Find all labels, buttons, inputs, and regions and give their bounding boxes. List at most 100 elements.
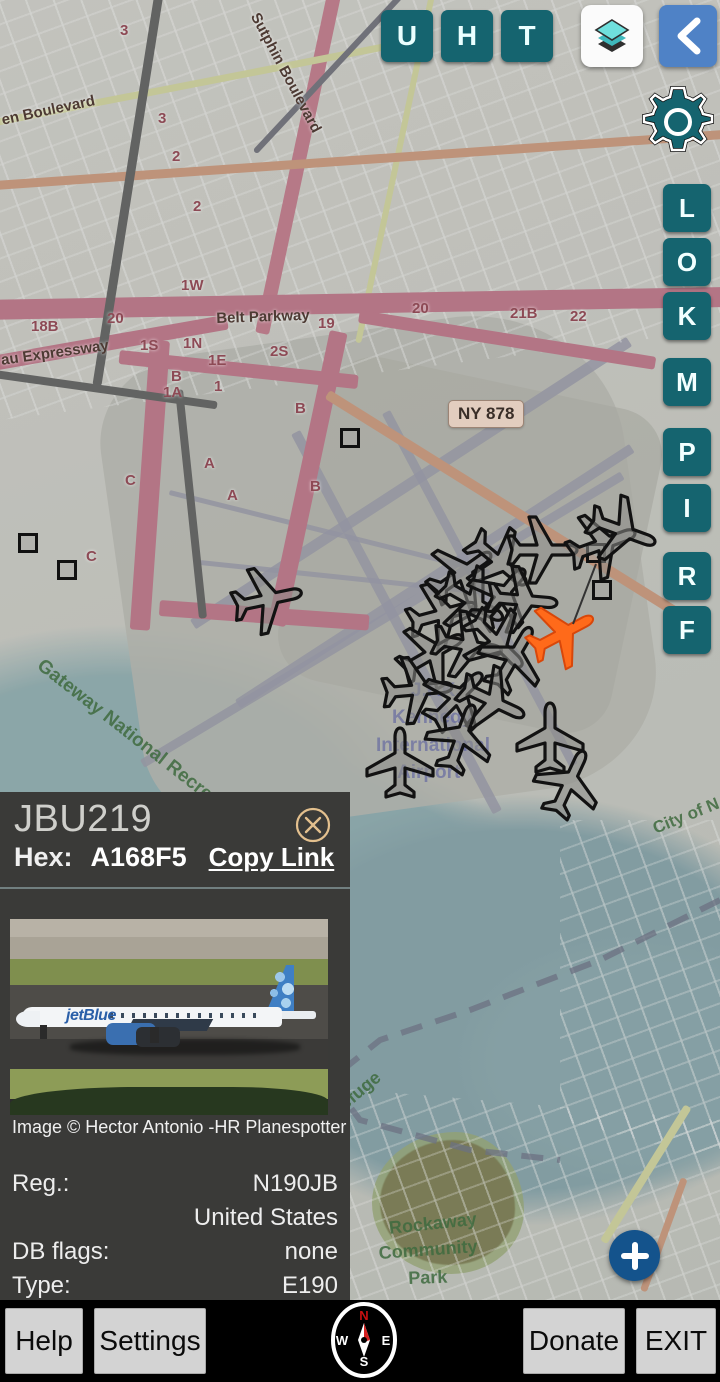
map-exit-number: 1N: [183, 335, 203, 352]
info-row-db-flags: DB flags: none: [0, 1238, 350, 1266]
info-row-value: United States: [193, 1204, 338, 1231]
svg-text:W: W: [336, 1333, 349, 1348]
settings-button-label: Settings: [99, 1325, 201, 1356]
layers-button[interactable]: [581, 5, 643, 67]
map-exit-number: C: [86, 548, 97, 565]
map-exit-number: 1E: [208, 352, 227, 369]
rail-button-f-label: F: [679, 614, 695, 645]
plus-icon: [620, 1241, 649, 1270]
photo-tailfin-pattern: [262, 967, 294, 1011]
rail-button-p-label: P: [678, 436, 696, 467]
photo-nose: [16, 1011, 40, 1027]
settings-button[interactable]: Settings: [94, 1308, 206, 1374]
photo-credit: Image © Hector Antonio -HR Planespotter: [12, 1117, 347, 1137]
layers-icon: [594, 19, 630, 52]
rail-button-m-label: M: [676, 366, 698, 397]
compass-button[interactable]: N S W E: [325, 1301, 403, 1379]
photo-background-strip: [10, 919, 328, 939]
copy-link-button[interactable]: Copy Link: [209, 842, 335, 873]
map-exit-number: 18B: [31, 318, 59, 335]
close-circle-icon: [295, 807, 331, 843]
donate-button-label: Donate: [528, 1325, 620, 1356]
toolbar-button-u[interactable]: U: [381, 10, 433, 62]
map-exit-number: 1: [214, 378, 223, 395]
photo-livery-title: jetBlue: [66, 1007, 116, 1024]
info-row-key: DB flags:: [12, 1238, 110, 1265]
photo-cabin-windows: [110, 1013, 260, 1018]
rail-button-l-label: L: [679, 192, 695, 223]
exit-button-label: EXIT: [644, 1325, 708, 1356]
info-row-type: Type: E190: [0, 1272, 350, 1300]
map-road-label: Belt Parkway: [216, 306, 310, 327]
map-exit-number: 1S: [140, 337, 159, 354]
rail-button-i-label: I: [683, 492, 691, 523]
map-exit-number: 20: [107, 310, 124, 327]
rail-button-f[interactable]: F: [663, 606, 711, 654]
map-exit-number: 2S: [270, 343, 289, 360]
rail-button-k[interactable]: K: [663, 292, 711, 340]
map-exit-number: 20: [412, 300, 429, 317]
map-exit-number: 1A: [163, 384, 183, 401]
map-tag-box[interactable]: [340, 428, 360, 448]
rail-button-o-label: O: [676, 246, 698, 277]
settings-gear-button[interactable]: [638, 82, 718, 162]
back-chevron-icon: [677, 17, 701, 55]
hex-row: Hex: A168F5 Copy Link: [14, 842, 334, 873]
exit-button[interactable]: EXIT: [636, 1308, 716, 1374]
map-highway-shield: NY 878: [448, 400, 525, 428]
aircraft-photo: jetBlue: [10, 919, 328, 1115]
aircraft-photo-image: jetBlue: [10, 919, 328, 1115]
map-aircraft-icon[interactable]: [214, 549, 316, 651]
toolbar-button-t-label: T: [518, 20, 536, 51]
map-exit-number: B: [310, 478, 321, 495]
info-row-country: United States: [0, 1204, 350, 1232]
map-exit-number: C: [125, 472, 136, 489]
aircraft-info-panel: JBU219 Hex: A168F5 Copy Link jetBlue Ima…: [0, 792, 350, 1300]
photo-nose-gear: [40, 1025, 47, 1039]
help-button-label: Help: [15, 1325, 73, 1356]
zoom-in-button[interactable]: [609, 1230, 660, 1281]
close-panel-button[interactable]: [294, 806, 332, 844]
gear-icon: [642, 86, 714, 152]
map-exit-number: 22: [570, 308, 587, 325]
photo-main-gear: [150, 1027, 159, 1043]
map-exit-number: 3: [120, 22, 129, 39]
info-row-registration: Reg.: N190JB: [0, 1170, 350, 1198]
hex-value: A168F5: [90, 842, 187, 872]
map-exit-number: 3: [158, 110, 167, 127]
info-row-value: N190JB: [252, 1170, 338, 1197]
header-divider: [0, 887, 350, 889]
map-tag-box[interactable]: [57, 560, 77, 580]
map-tag-box[interactable]: [18, 533, 38, 553]
svg-text:E: E: [382, 1333, 391, 1348]
map-exit-number: A: [227, 487, 238, 504]
rail-button-p[interactable]: P: [663, 428, 711, 476]
map-exit-number: B: [171, 368, 182, 385]
map-exit-number: B: [295, 400, 306, 417]
toolbar-button-t[interactable]: T: [501, 10, 553, 62]
svg-text:N: N: [359, 1308, 368, 1323]
help-button[interactable]: Help: [5, 1308, 83, 1374]
map-exit-number: 2: [172, 148, 181, 165]
map-park-label: Park: [408, 1266, 448, 1288]
rail-button-m[interactable]: M: [663, 358, 711, 406]
rail-button-r[interactable]: R: [663, 552, 711, 600]
map-exit-number: A: [204, 455, 215, 472]
info-row-key: Reg.:: [12, 1170, 70, 1197]
back-button[interactable]: [659, 5, 717, 67]
toolbar-button-h[interactable]: H: [441, 10, 493, 62]
donate-button[interactable]: Donate: [523, 1308, 625, 1374]
info-panel-header: JBU219 Hex: A168F5 Copy Link: [0, 792, 350, 889]
map-exit-number: 1W: [181, 277, 204, 294]
map-exit-number: 2: [193, 198, 202, 215]
app-root: Sutphin Boulevard en Boulevard Belt Parkwa…: [0, 0, 720, 1382]
rail-button-l[interactable]: L: [663, 184, 711, 232]
photo-bushes: [10, 1087, 328, 1115]
rail-button-o[interactable]: O: [663, 238, 711, 286]
toolbar-button-u-label: U: [396, 20, 418, 51]
rail-button-i[interactable]: I: [663, 484, 711, 532]
hex-label: Hex:: [14, 842, 73, 872]
rail-button-k-label: K: [677, 300, 697, 331]
info-row-value: none: [284, 1238, 338, 1265]
airplane-icon: [229, 566, 303, 637]
